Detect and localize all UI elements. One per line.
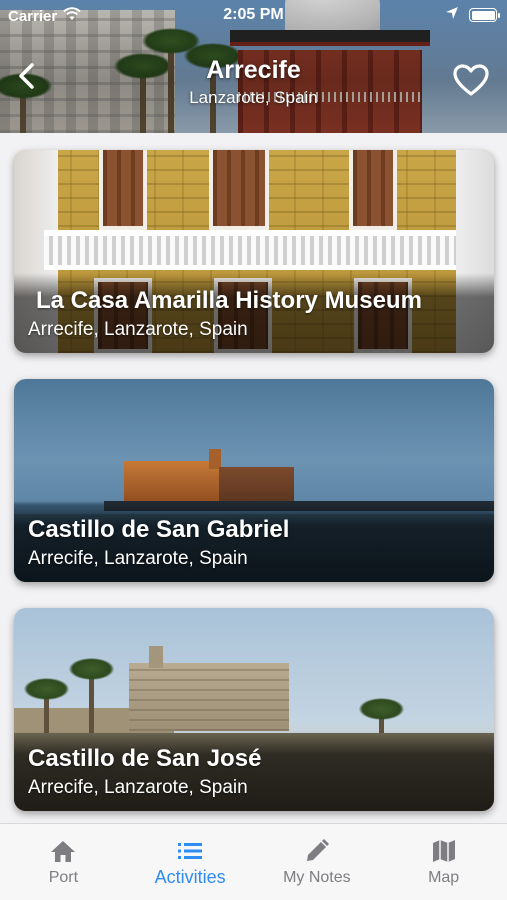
activities-list[interactable]: La Casa Amarilla History Museum Arrecife… xyxy=(0,133,507,823)
map-icon xyxy=(430,838,458,864)
card-title: La Casa Amarilla History Museum xyxy=(36,287,422,314)
page-subtitle: Lanzarote, Spain xyxy=(189,88,318,107)
activity-card-casa-amarilla[interactable]: La Casa Amarilla History Museum Arrecife… xyxy=(14,150,494,353)
tab-label: Port xyxy=(48,869,79,886)
tab-label: My Notes xyxy=(283,869,351,886)
card-location: Arrecife, Lanzarote, Spain xyxy=(28,548,248,569)
tab-port[interactable]: Port xyxy=(0,824,127,900)
status-bar: Carrier 2:05 PM xyxy=(0,0,507,30)
list-icon xyxy=(176,838,204,864)
card-title: Castillo de San José xyxy=(28,745,262,772)
page-title: Arrecife xyxy=(206,56,301,84)
card-location: Arrecife, Lanzarote, Spain xyxy=(28,319,248,340)
pencil-icon xyxy=(303,838,331,864)
tab-map[interactable]: Map xyxy=(380,824,507,900)
favorite-button[interactable] xyxy=(449,60,493,104)
tab-my-notes[interactable]: My Notes xyxy=(254,824,381,900)
status-time: 2:05 PM xyxy=(223,6,284,23)
card-title: Castillo de San Gabriel xyxy=(28,516,290,543)
heart-outline-icon xyxy=(452,63,490,102)
location-arrow-icon xyxy=(445,6,459,24)
tab-bar: Port Activities My Notes Map xyxy=(0,823,507,900)
tab-label: Map xyxy=(428,869,460,886)
battery-icon xyxy=(469,8,500,22)
tab-activities[interactable]: Activities xyxy=(127,824,254,900)
activity-card-san-jose[interactable]: Castillo de San José Arrecife, Lanzarote… xyxy=(14,608,494,811)
home-icon xyxy=(49,838,77,864)
activity-card-san-gabriel[interactable]: Castillo de San Gabriel Arrecife, Lanzar… xyxy=(14,379,494,582)
tab-label: Activities xyxy=(154,867,226,887)
card-location: Arrecife, Lanzarote, Spain xyxy=(28,777,248,798)
